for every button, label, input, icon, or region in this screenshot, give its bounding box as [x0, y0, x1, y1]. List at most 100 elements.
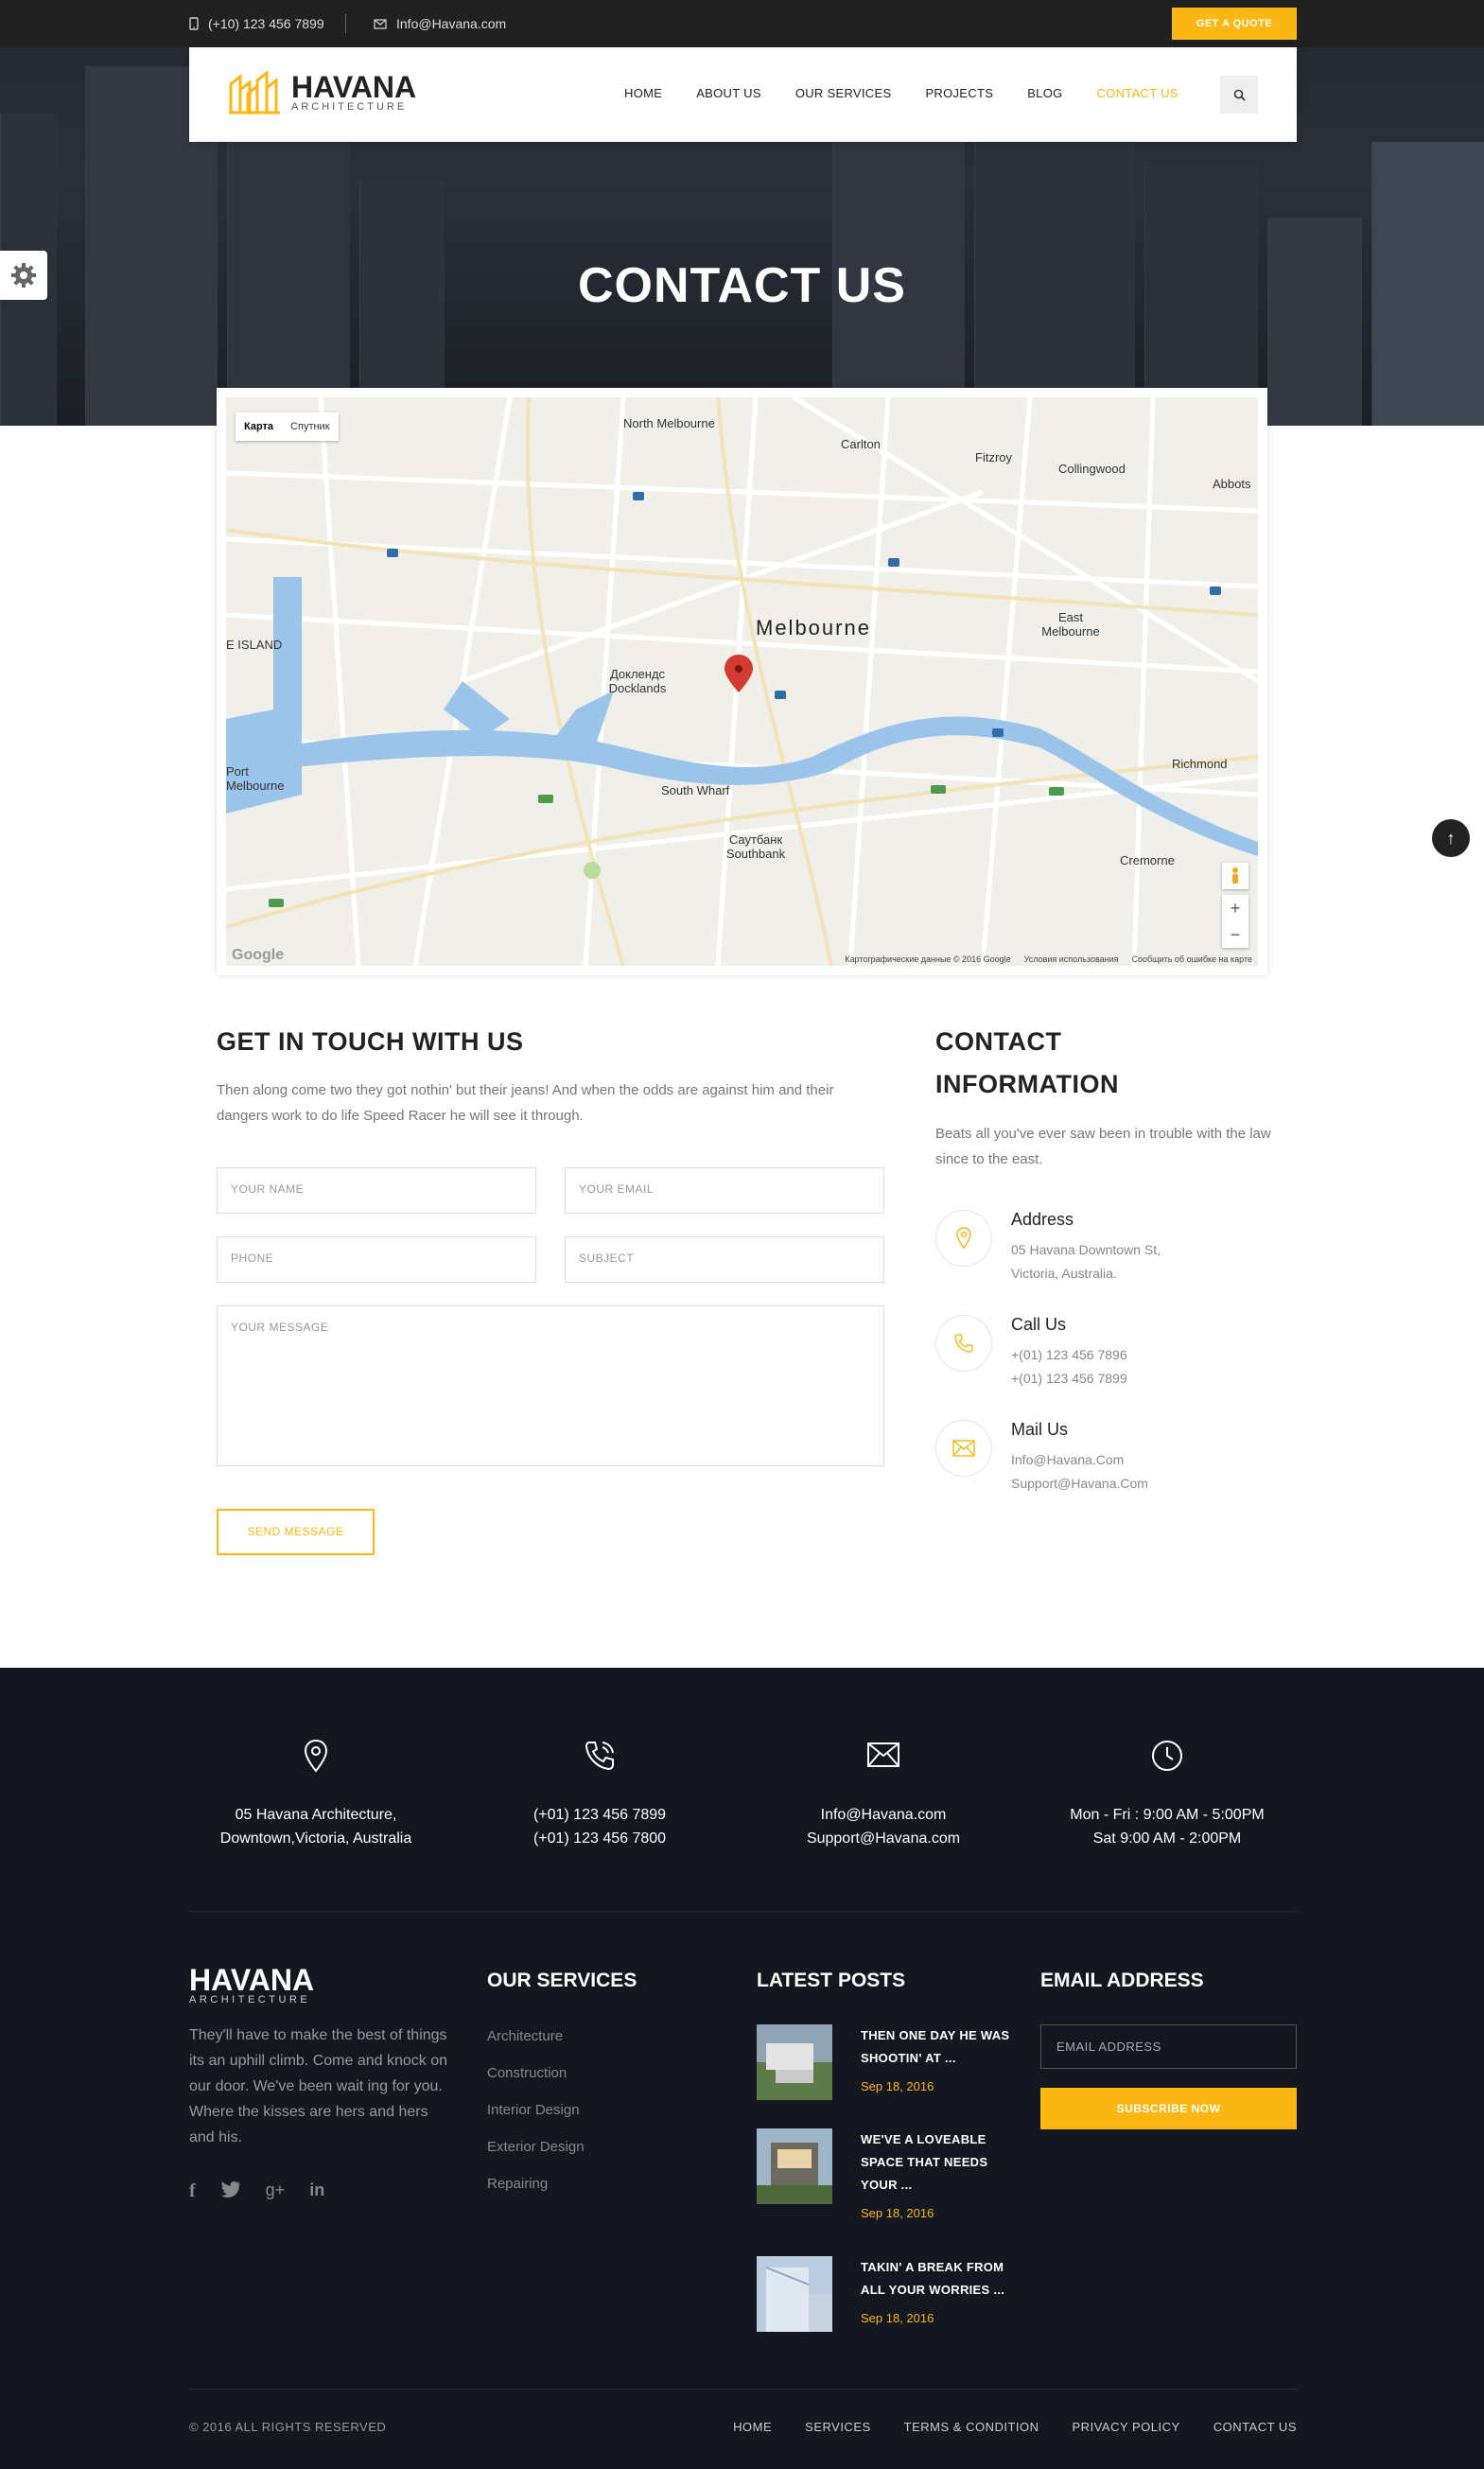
- footer-logo[interactable]: HAVANA ARCHITECTURE: [189, 1963, 315, 2005]
- map-tab-map[interactable]: Карта: [236, 412, 282, 441]
- footer-logo-name: HAVANA: [189, 1963, 315, 1997]
- envelope-icon: [867, 1742, 899, 1767]
- post-title[interactable]: TAKIN' A BREAK FROM ALL YOUR WORRIES ...: [861, 2256, 1021, 2302]
- footer-posts-heading: LATEST POSTS: [757, 1970, 906, 1991]
- nav-home[interactable]: HOME: [624, 86, 662, 100]
- nav-contact-us[interactable]: CONTACT US: [1097, 86, 1178, 100]
- map-terms-link[interactable]: Условия использования: [1024, 954, 1119, 964]
- arrow-up-icon: ↑: [1446, 828, 1456, 848]
- post-date: Sep 18, 2016: [861, 2206, 934, 2220]
- search-button[interactable]: [1220, 76, 1258, 114]
- footer-phone-line2[interactable]: (+01) 123 456 7800: [458, 1827, 742, 1850]
- phone-input[interactable]: PHONE: [217, 1236, 536, 1283]
- footer-bottom-divider: [189, 2389, 1297, 2390]
- pegman-icon: [1232, 867, 1238, 884]
- map-label-south-wharf: South Wharf: [661, 783, 730, 797]
- google-logo: Google: [232, 947, 285, 963]
- get-a-quote-button[interactable]: GET A QUOTE: [1172, 8, 1297, 40]
- footer-service-interior-design[interactable]: Interior Design: [487, 2102, 580, 2118]
- map-tab-satellite[interactable]: Спутник: [282, 412, 338, 441]
- main-header: HAVANA ARCHITECTURE HOME ABOUT US OUR SE…: [189, 47, 1297, 142]
- footer-email-line2[interactable]: Support@Havana.com: [742, 1827, 1025, 1850]
- map-label-southbank: Саутбанк Southbank: [725, 832, 786, 861]
- social-links: f g+ in: [189, 2180, 324, 2202]
- map-label-abbots: Abbots: [1213, 477, 1251, 491]
- nav-about-us[interactable]: ABOUT US: [696, 86, 761, 100]
- post-thumbnail[interactable]: [757, 2024, 832, 2100]
- nav-projects[interactable]: PROJECTS: [925, 86, 993, 100]
- footer-email-heading: EMAIL ADDRESS: [1040, 1970, 1204, 1991]
- footer-service-repairing[interactable]: Repairing: [487, 2176, 548, 2192]
- map-report-link[interactable]: Сообщить об ошибке на карте: [1132, 954, 1252, 964]
- mail-line1[interactable]: Info@Havana.Com: [1011, 1448, 1124, 1472]
- newsletter-email-input[interactable]: EMAIL ADDRESS: [1040, 2024, 1297, 2069]
- post-title[interactable]: WE'VE A LOVEABLE SPACE THAT NEEDS YOUR .…: [861, 2128, 1021, 2197]
- post-thumbnail[interactable]: [757, 2128, 832, 2204]
- footer-links: HOME SERVICES TERMS & CONDITION PRIVACY …: [733, 2420, 1297, 2434]
- logo-mark-icon: [229, 71, 280, 114]
- zoom-out-button[interactable]: −: [1222, 921, 1248, 948]
- footer-email-line1[interactable]: Info@Havana.com: [742, 1803, 1025, 1827]
- post-title[interactable]: THEN ONE DAY HE WAS SHOOTIN' AT ...: [861, 2024, 1021, 2070]
- map-label-melbourne: Melbourne: [756, 616, 871, 639]
- call-line1[interactable]: +(01) 123 456 7896: [1011, 1343, 1127, 1367]
- footer-link-privacy[interactable]: PRIVACY POLICY: [1073, 2420, 1180, 2434]
- footer-email: Info@Havana.com Support@Havana.com: [742, 1739, 1025, 1850]
- gear-icon: [11, 263, 36, 288]
- topbar-phone[interactable]: (+10) 123 456 7899: [189, 16, 324, 31]
- footer-services-heading: OUR SERVICES: [487, 1970, 637, 1991]
- topbar-email[interactable]: Info@Havana.com: [374, 16, 506, 31]
- call-title: Call Us: [1011, 1315, 1067, 1334]
- footer-post[interactable]: THEN ONE DAY HE WAS SHOOTIN' AT ... Sep …: [757, 2024, 1021, 2100]
- twitter-icon[interactable]: [220, 2180, 241, 2199]
- mail-line2[interactable]: Support@Havana.Com: [1011, 1472, 1148, 1496]
- footer-hours-line1: Mon - Fri : 9:00 AM - 5:00PM: [1070, 1807, 1265, 1823]
- footer-link-terms[interactable]: TERMS & CONDITION: [904, 2420, 1039, 2434]
- nav-blog[interactable]: BLOG: [1027, 86, 1062, 100]
- footer-post[interactable]: TAKIN' A BREAK FROM ALL YOUR WORRIES ...…: [757, 2256, 1021, 2332]
- address-line2: Victoria, Australia.: [1011, 1266, 1117, 1281]
- site-logo[interactable]: HAVANA ARCHITECTURE: [227, 71, 416, 114]
- facebook-icon[interactable]: f: [189, 2180, 196, 2202]
- footer-phone-line1[interactable]: (+01) 123 456 7899: [458, 1803, 742, 1827]
- map-label-north-melbourne: North Melbourne: [623, 416, 715, 430]
- footer-link-contact[interactable]: CONTACT US: [1213, 2420, 1297, 2434]
- name-input[interactable]: YOUR NAME: [217, 1167, 536, 1214]
- logo-name: HAVANA: [291, 70, 417, 104]
- google-plus-icon[interactable]: g+: [266, 2180, 286, 2202]
- top-bar: (+10) 123 456 7899 Info@Havana.com GET A…: [0, 0, 1484, 47]
- call-icon-circle: [935, 1315, 992, 1372]
- post-thumbnail[interactable]: [757, 2256, 832, 2332]
- map-container: North Melbourne Carlton Fitzroy Collingw…: [217, 388, 1267, 975]
- footer-post[interactable]: WE'VE A LOVEABLE SPACE THAT NEEDS YOUR .…: [757, 2128, 1021, 2223]
- footer-address-line1: 05 Havana Architecture,: [235, 1807, 397, 1823]
- subject-input[interactable]: SUBJECT: [565, 1236, 884, 1283]
- copyright: © 2016 ALL RIGHTS RESERVED: [189, 2420, 387, 2434]
- address-line1: 05 Havana Downtown St,: [1011, 1242, 1161, 1257]
- footer-link-services[interactable]: SERVICES: [805, 2420, 871, 2434]
- zoom-in-button[interactable]: +: [1222, 895, 1248, 921]
- message-textarea[interactable]: YOUR MESSAGE: [217, 1305, 884, 1466]
- scroll-to-top-button[interactable]: ↑: [1432, 819, 1470, 857]
- contact-heading-line2: INFORMATION: [935, 1070, 1119, 1098]
- call-line2[interactable]: +(01) 123 456 7899: [1011, 1367, 1127, 1391]
- street-view-button[interactable]: [1222, 863, 1248, 889]
- subscribe-button[interactable]: SUBSCRIBE NOW: [1040, 2088, 1297, 2129]
- phone-icon: [954, 1334, 973, 1353]
- topbar-email-text: Info@Havana.com: [396, 16, 507, 31]
- footer-service-construction[interactable]: Construction: [487, 2065, 567, 2081]
- map-label-docklands: Доклендс Docklands: [608, 667, 667, 695]
- contact-heading: CONTACT INFORMATION: [935, 1021, 1119, 1106]
- map-label-island: E ISLAND: [226, 638, 283, 652]
- footer-service-exterior-design[interactable]: Exterior Design: [487, 2139, 585, 2155]
- footer-link-home[interactable]: HOME: [733, 2420, 772, 2434]
- nav-our-services[interactable]: OUR SERVICES: [795, 86, 892, 100]
- map-label-port-melbourne: Port Melbourne: [226, 764, 285, 793]
- footer-service-architecture[interactable]: Architecture: [487, 2028, 563, 2044]
- send-message-button[interactable]: SEND MESSAGE: [217, 1509, 375, 1555]
- linkedin-icon[interactable]: in: [309, 2180, 324, 2202]
- google-map[interactable]: North Melbourne Carlton Fitzroy Collingw…: [226, 397, 1258, 966]
- email-input[interactable]: YOUR EMAIL: [565, 1167, 884, 1214]
- settings-toggle[interactable]: [0, 251, 47, 300]
- map-label-collingwood: Collingwood: [1058, 462, 1126, 476]
